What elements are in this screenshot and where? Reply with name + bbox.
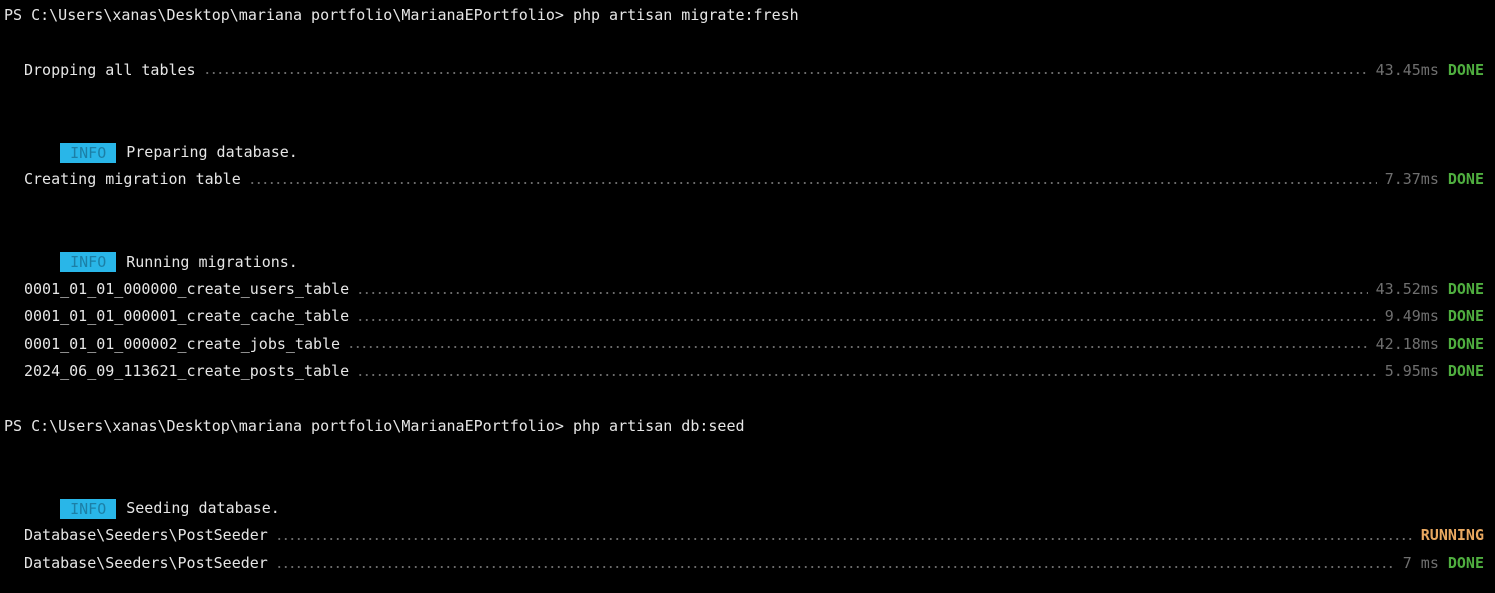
status-done: DONE [1447, 334, 1484, 353]
info-badge: INFO [60, 252, 117, 273]
status-done: DONE [1447, 60, 1484, 79]
command-prompt-seed: PS C:\Users\xanas\Desktop\mariana portfo… [4, 416, 745, 435]
info-badge: INFO [60, 142, 117, 163]
seeder-row-done: Database\Seeders\PostSeeder 7 ms DONE [0, 550, 1495, 577]
migration-label: 0001_01_01_000000_create_users_table [24, 279, 350, 298]
migration-time: 5.95ms [1384, 362, 1439, 381]
status-done: DONE [1447, 307, 1484, 326]
seeder-row-running: Database\Seeders\PostSeeder RUNNING [0, 522, 1495, 549]
migration-row: 0001_01_01_000001_create_cache_table 9.4… [0, 303, 1495, 330]
info-text: Preparing database. [126, 142, 298, 161]
status-done: DONE [1447, 170, 1484, 189]
dot-leader [348, 346, 1368, 349]
info-line-running-migrations: INFO Running migrations. [0, 221, 1495, 273]
migration-row: 0001_01_01_000002_create_jobs_table 42.1… [0, 331, 1495, 358]
status-done: DONE [1447, 279, 1484, 298]
migration-row: 2024_06_09_113621_create_posts_table 5.9… [0, 358, 1495, 385]
dot-leader [203, 72, 1368, 75]
task-row-drop-tables: Dropping all tables 43.45ms DONE [0, 57, 1495, 84]
dot-leader [357, 291, 1368, 294]
task-time: 43.45ms [1375, 60, 1439, 79]
seeder-label: Database\Seeders\PostSeeder [24, 526, 268, 545]
migration-label: 2024_06_09_113621_create_posts_table [24, 362, 350, 381]
dot-leader [275, 565, 1395, 568]
dot-leader [275, 538, 1413, 541]
seeder-label: Database\Seeders\PostSeeder [24, 553, 268, 572]
migration-time: 43.52ms [1375, 279, 1439, 298]
info-text: Seeding database. [126, 499, 280, 518]
migration-row: 0001_01_01_000000_create_users_table 43.… [0, 276, 1495, 303]
info-line-preparing: INFO Preparing database. [0, 112, 1495, 163]
info-badge: INFO [60, 498, 117, 519]
status-running: RUNNING [1420, 526, 1484, 545]
status-done: DONE [1447, 553, 1484, 572]
migration-label: 0001_01_01_000001_create_cache_table [24, 307, 350, 326]
info-line-seeding: INFO Seeding database. [0, 468, 1495, 519]
command-prompt-migrate: PS C:\Users\xanas\Desktop\mariana portfo… [4, 6, 799, 24]
task-time: 7.37ms [1384, 170, 1439, 189]
info-text: Running migrations. [126, 252, 298, 271]
terminal-window[interactable]: PS C:\Users\xanas\Desktop\mariana portfo… [0, 0, 1495, 593]
migration-time: 9.49ms [1384, 307, 1439, 326]
migration-time: 42.18ms [1375, 334, 1439, 353]
dot-leader [357, 318, 1377, 321]
task-row-create-migration-table: Creating migration table 7.37ms DONE [0, 166, 1495, 193]
migration-label: 0001_01_01_000002_create_jobs_table [24, 334, 341, 353]
dot-leader [357, 373, 1377, 376]
dot-leader [248, 182, 1377, 185]
task-label: Dropping all tables [24, 60, 196, 79]
seeder-time: 7 ms [1402, 553, 1439, 572]
status-done: DONE [1447, 362, 1484, 381]
task-label: Creating migration table [24, 170, 241, 189]
